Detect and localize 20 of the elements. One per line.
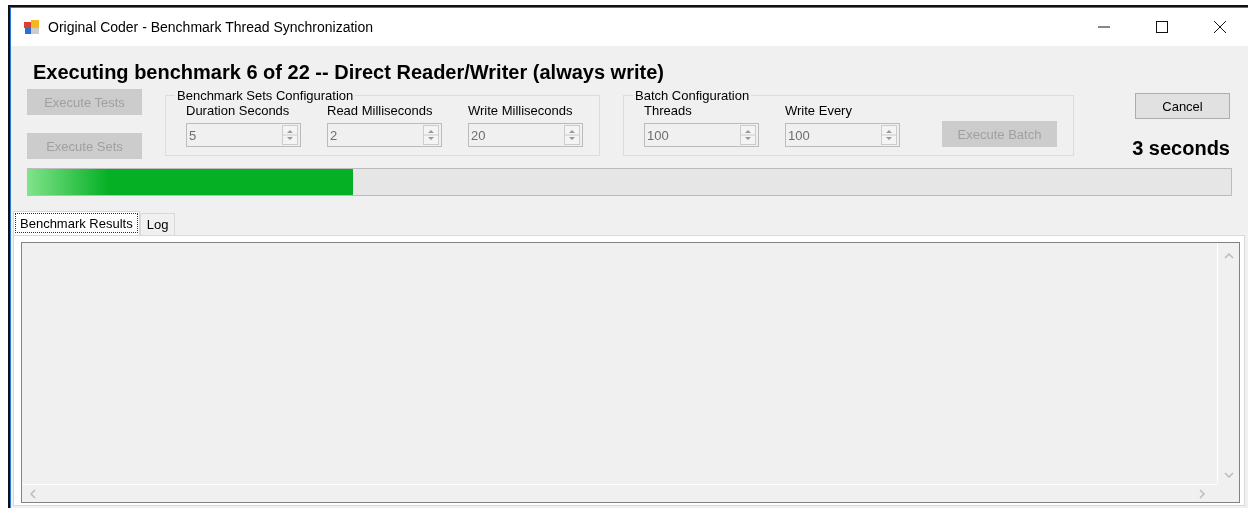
elapsed-time: 3 seconds [1132,137,1230,160]
cancel-button[interactable]: Cancel [1135,93,1230,119]
group-title: Benchmark Sets Configuration [176,88,355,103]
status-heading: Executing benchmark 6 of 22 -- Direct Reader/Writer (always write) [33,60,665,84]
field-label: Threads [644,103,693,118]
group-title: Batch Configuration [634,88,751,103]
field-label: Write Every [785,103,853,118]
close-icon[interactable] [1214,21,1226,33]
tab[interactable]: Log [139,213,176,235]
field-label: Write Milliseconds [468,103,574,118]
scroll-down-icon[interactable] [1223,472,1234,478]
scroll-left-icon[interactable] [30,488,36,499]
field-label: Read Milliseconds [327,103,434,118]
maximize-icon[interactable] [1156,21,1168,33]
scroll-up-icon[interactable] [1223,253,1234,259]
app-icon [24,19,40,35]
tab[interactable]: Benchmark Results [13,211,140,235]
window-title: Original Coder - Benchmark Thread Synchronization [48,19,373,35]
field-label: Duration Seconds [186,103,291,118]
scroll-right-icon[interactable] [1199,488,1205,499]
